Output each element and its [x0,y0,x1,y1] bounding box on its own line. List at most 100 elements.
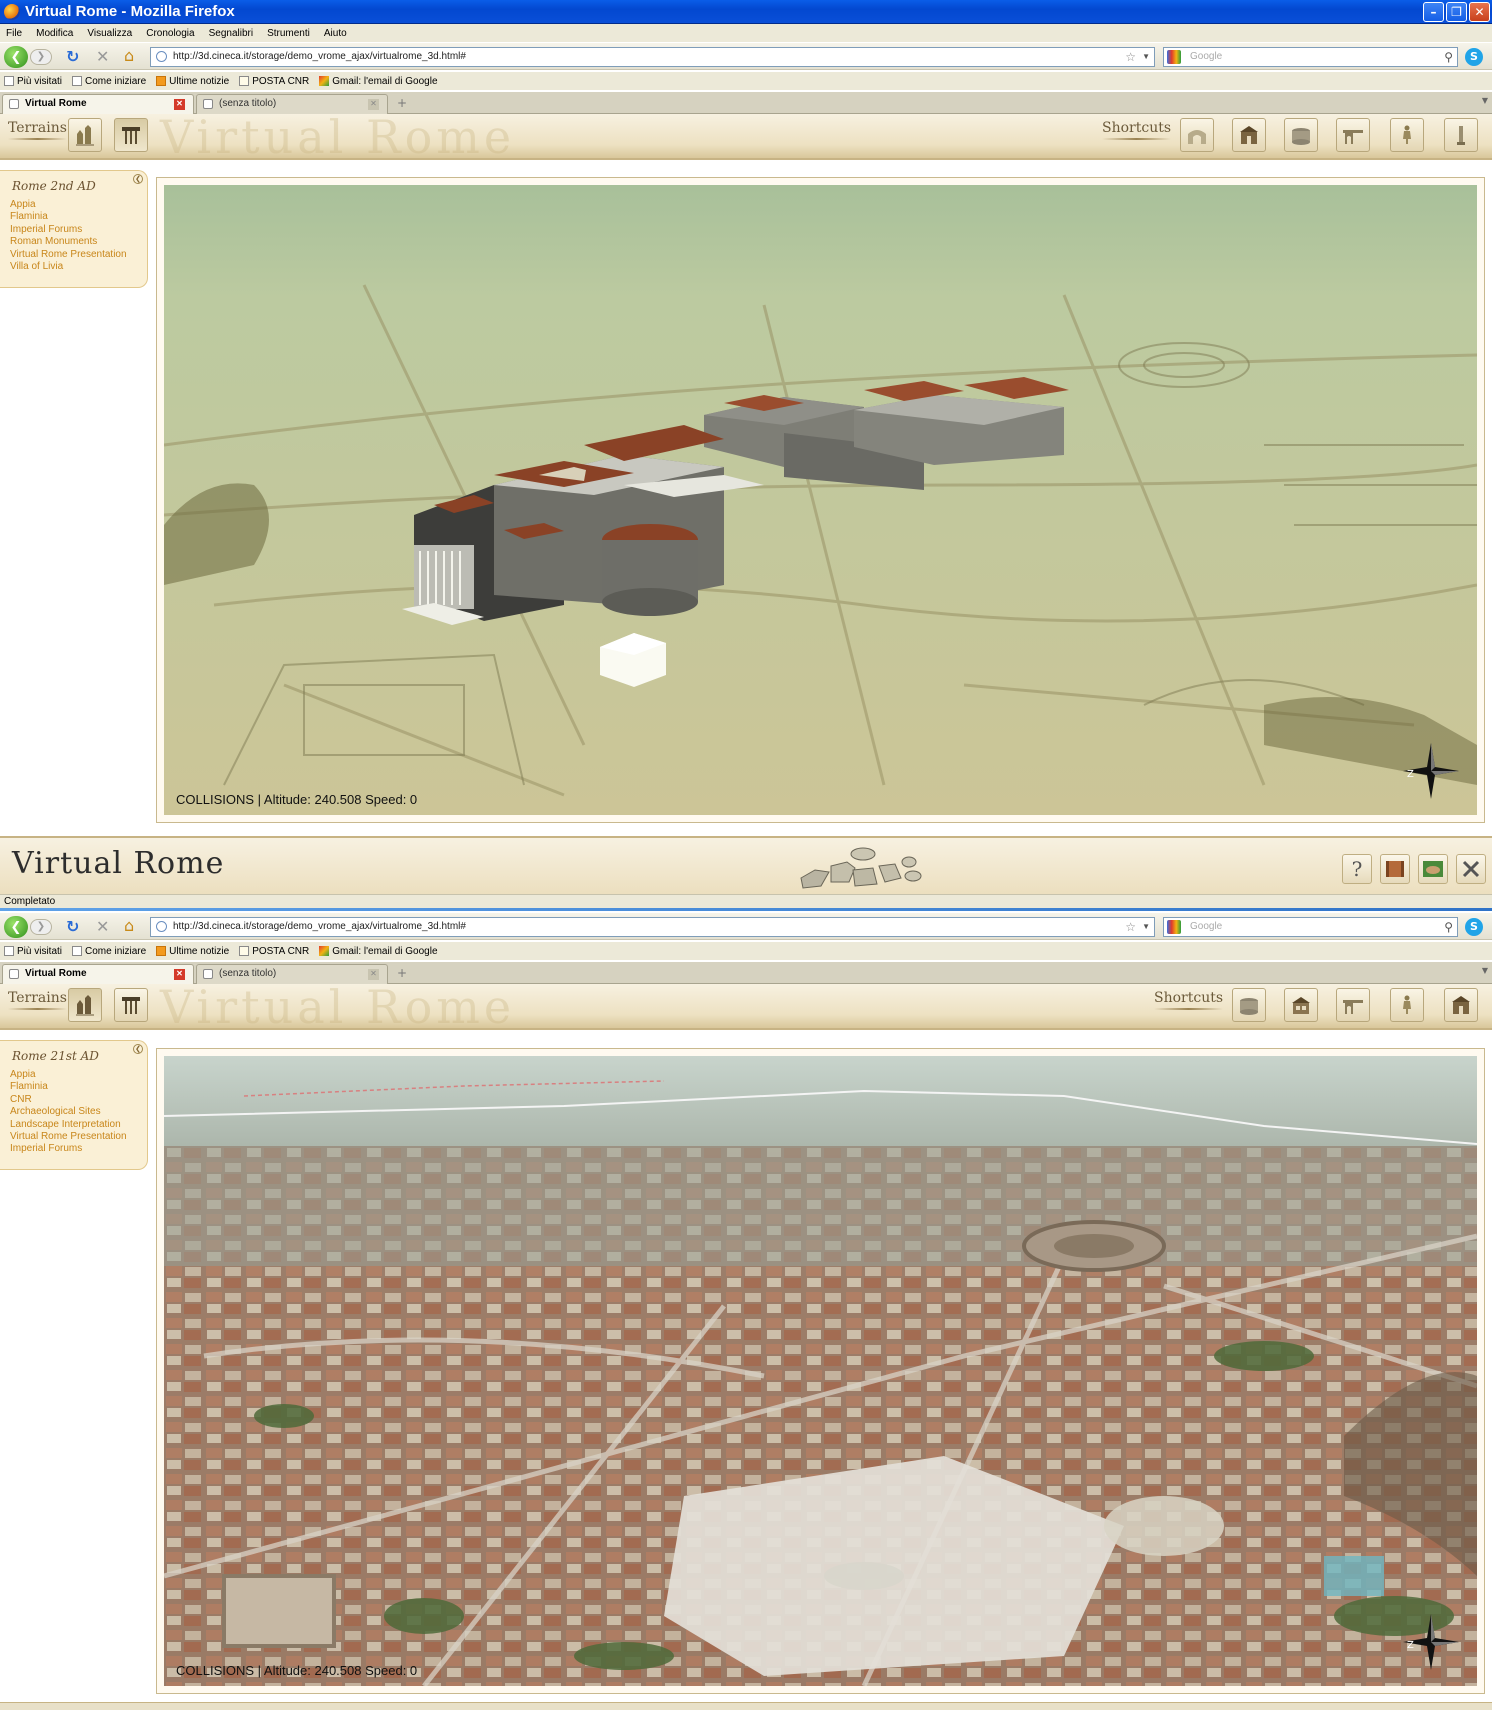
3d-viewport[interactable]: Z COLLISIONS | Altitude: 240.508 Speed: … [156,1048,1485,1694]
panel-link-imperial-forums[interactable]: Imperial Forums [10,1143,147,1155]
monuments-terrain-icon[interactable] [68,118,102,152]
arch-icon[interactable] [1180,118,1214,152]
url-dropdown-icon[interactable]: ▼ [1142,48,1150,66]
app-footer: Virtual Rome ? [0,836,1492,894]
panel-link-flaminia[interactable]: Flaminia [10,1081,147,1093]
menu-visualizza[interactable]: Visualizza [87,28,132,39]
bookmark-most-visited[interactable]: Più visitati [4,76,62,87]
close-tab-icon[interactable]: ✕ [368,969,379,980]
statue-icon[interactable] [1390,118,1424,152]
panel-link-landscape-interpretation[interactable]: Landscape Interpretation [10,1119,147,1131]
bookmark-posta-cnr[interactable]: POSTA CNR [239,946,309,957]
amphitheatre-icon[interactable] [1284,118,1318,152]
bookmark-most-visited[interactable]: Più visitati [4,946,62,957]
close-window-button[interactable]: ✕ [1469,2,1490,22]
collapse-panel-icon[interactable]: ❮ [133,1044,143,1054]
aqueduct-icon[interactable] [1336,988,1370,1022]
3d-viewport[interactable]: Z COLLISIONS | Altitude: 240.508 Speed: … [156,177,1485,823]
search-icon[interactable]: ⚲ [1444,918,1453,936]
stop-icon[interactable]: ✕ [96,47,109,66]
panel-link-appia[interactable]: Appia [10,1069,147,1081]
panel-link-appia[interactable]: Appia [10,199,147,211]
reload-icon[interactable]: ↻ [66,917,79,936]
column-icon[interactable] [1444,118,1478,152]
ancient-rome-scene[interactable]: Z COLLISIONS | Altitude: 240.508 Speed: … [164,185,1477,815]
collapse-panel-icon[interactable]: ❮ [133,174,143,184]
back-button[interactable]: ❮ [4,46,28,68]
bottom-strip [0,1702,1492,1710]
stop-icon[interactable]: ✕ [96,917,109,936]
google-engine-icon[interactable] [1167,50,1181,64]
skype-icon[interactable]: S [1465,918,1483,936]
site-identity-icon[interactable] [156,921,167,932]
close-tab-icon[interactable]: ✕ [174,99,185,110]
tab-list-icon[interactable]: ▼ [1482,966,1488,975]
temple-icon[interactable] [1232,118,1266,152]
villa-icon[interactable] [1284,988,1318,1022]
search-icon[interactable]: ⚲ [1444,48,1453,66]
modern-rome-scene[interactable]: Z COLLISIONS | Altitude: 240.508 Speed: … [164,1056,1477,1686]
compass-label: Z [1407,769,1414,780]
help-icon[interactable]: ? [1342,854,1372,884]
menu-file[interactable]: File [6,28,22,39]
close-tab-icon[interactable]: ✕ [174,969,185,980]
forward-button[interactable]: ❯ [30,919,52,935]
compass-icon[interactable]: Z [1401,741,1461,801]
panel-link-presentation[interactable]: Virtual Rome Presentation [10,1131,147,1143]
panel-link-flaminia[interactable]: Flaminia [10,211,147,223]
virtual-rome-logo [800,847,922,889]
bookmark-latest-news[interactable]: Ultime notizie [156,946,229,957]
menu-modifica[interactable]: Modifica [36,28,73,39]
menu-strumenti[interactable]: Strumenti [267,28,310,39]
bookmark-star-icon[interactable]: ☆ [1125,918,1136,936]
maximize-button[interactable]: ❐ [1446,2,1467,22]
bookmark-posta-cnr[interactable]: POSTA CNR [239,76,309,87]
home-icon[interactable]: ⌂ [124,46,134,65]
modern-rome-render[interactable] [164,1056,1477,1686]
search-placeholder: Google [1190,51,1223,62]
compass-icon[interactable]: Z [1401,1612,1461,1672]
monuments-terrain-icon[interactable] [68,988,102,1022]
colosseum-image-icon[interactable] [1418,854,1448,884]
column-capital-icon[interactable] [114,988,148,1022]
back-button[interactable]: ❮ [4,916,28,938]
panel-link-cnr[interactable]: CNR [10,1094,147,1106]
address-bar[interactable]: http://3d.cineca.it/storage/demo_vrome_a… [150,47,1155,67]
search-input[interactable]: Google ⚲ [1163,47,1458,67]
url-dropdown-icon[interactable]: ▼ [1142,918,1150,936]
statue-icon[interactable] [1390,988,1424,1022]
menu-aiuto[interactable]: Aiuto [324,28,347,39]
bookmark-latest-news[interactable]: Ultime notizie [156,76,229,87]
bookmark-gmail[interactable]: Gmail: l'email di Google [319,76,438,87]
close-tab-icon[interactable]: ✕ [368,99,379,110]
ancient-rome-render[interactable] [164,185,1477,815]
address-bar[interactable]: http://3d.cineca.it/storage/demo_vrome_a… [150,917,1155,937]
bookmark-getting-started[interactable]: Come iniziare [72,76,146,87]
tools-icon[interactable] [1456,854,1486,884]
panel-link-archaeological-sites[interactable]: Archaeological Sites [10,1106,147,1118]
bookmark-star-icon[interactable]: ☆ [1125,48,1136,66]
panel-link-roman-monuments[interactable]: Roman Monuments [10,236,147,248]
forward-button[interactable]: ❯ [30,49,52,65]
menu-segnalibri[interactable]: Segnalibri [209,28,253,39]
reload-icon[interactable]: ↻ [66,47,79,66]
google-engine-icon[interactable] [1167,920,1181,934]
aqueduct-icon[interactable] [1336,118,1370,152]
bookmark-getting-started[interactable]: Come iniziare [72,946,146,957]
scroll-map-icon[interactable] [1380,854,1410,884]
minimize-button[interactable]: – [1423,2,1444,22]
search-input[interactable]: Google ⚲ [1163,917,1458,937]
header-watermark: Virtual Rome [160,110,516,164]
tab-list-icon[interactable]: ▼ [1482,96,1488,105]
menu-cronologia[interactable]: Cronologia [146,28,194,39]
temple-icon[interactable] [1444,988,1478,1022]
bookmark-gmail[interactable]: Gmail: l'email di Google [319,946,438,957]
amphitheatre-icon[interactable] [1232,988,1266,1022]
panel-link-presentation[interactable]: Virtual Rome Presentation [10,249,147,261]
home-icon[interactable]: ⌂ [124,916,134,935]
skype-icon[interactable]: S [1465,48,1483,66]
site-identity-icon[interactable] [156,51,167,62]
panel-link-villa-livia[interactable]: Villa of Livia [10,261,147,273]
column-capital-icon[interactable] [114,118,148,152]
panel-link-imperial-forums[interactable]: Imperial Forums [10,224,147,236]
